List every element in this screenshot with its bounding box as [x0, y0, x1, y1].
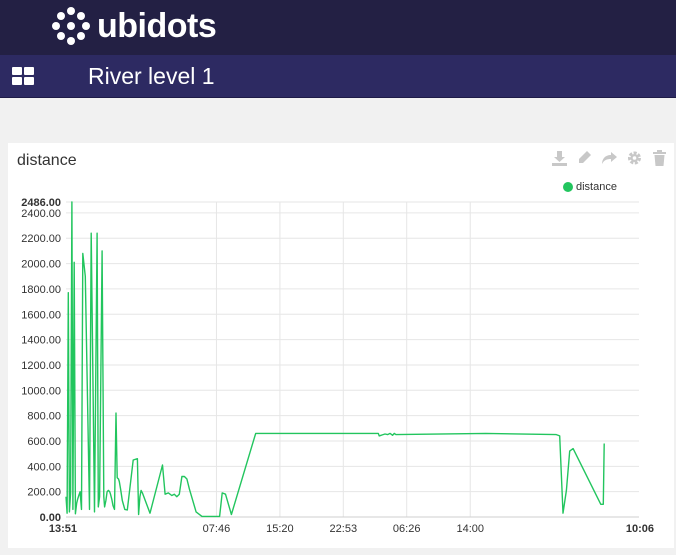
line-chart-widget: distance distance 0.00 200.00 400.00 600.00… [8, 143, 674, 548]
dashboard-header: River level 1 [0, 55, 676, 98]
x-tick-label: 07:46 [203, 523, 231, 535]
x-tick-label: 22:53 [330, 523, 358, 535]
y-max-label: 2486.00 [21, 197, 61, 209]
x-tick-label: 15:20 [266, 523, 294, 535]
y-tick-label: 1800.00 [21, 284, 61, 296]
y-tick-label: 1400.00 [21, 335, 61, 347]
y-tick-label: 1600.00 [21, 309, 61, 321]
distance-line-chart[interactable]: 0.00200.00400.00600.00800.001000.001200.… [8, 143, 674, 548]
y-tick-label: 2400.00 [21, 208, 61, 220]
y-tick-label: 2200.00 [21, 233, 61, 245]
y-tick-label: 800.00 [27, 411, 61, 423]
y-tick-label: 1000.00 [21, 385, 61, 397]
y-tick-label: 1200.00 [21, 360, 61, 372]
dashboards-menu-icon[interactable] [12, 67, 34, 85]
x-tick-label: 13:51 [49, 523, 77, 535]
series-line-distance [65, 201, 605, 518]
y-tick-label: 200.00 [27, 487, 61, 499]
dashboard-title: River level 1 [88, 63, 215, 89]
y-tick-label: 600.00 [27, 436, 61, 448]
top-navbar: ubidots [0, 0, 676, 55]
ubidots-logo[interactable]: ubidots [52, 5, 217, 47]
y-tick-label: 400.00 [27, 461, 61, 473]
logo-dots-icon [52, 7, 90, 45]
x-tick-label: 10:06 [626, 523, 654, 535]
x-tick-label: 14:00 [456, 523, 484, 535]
y-tick-label: 2000.00 [21, 259, 61, 271]
x-tick-label: 06:26 [393, 523, 421, 535]
brand-name: ubidots [97, 7, 217, 45]
